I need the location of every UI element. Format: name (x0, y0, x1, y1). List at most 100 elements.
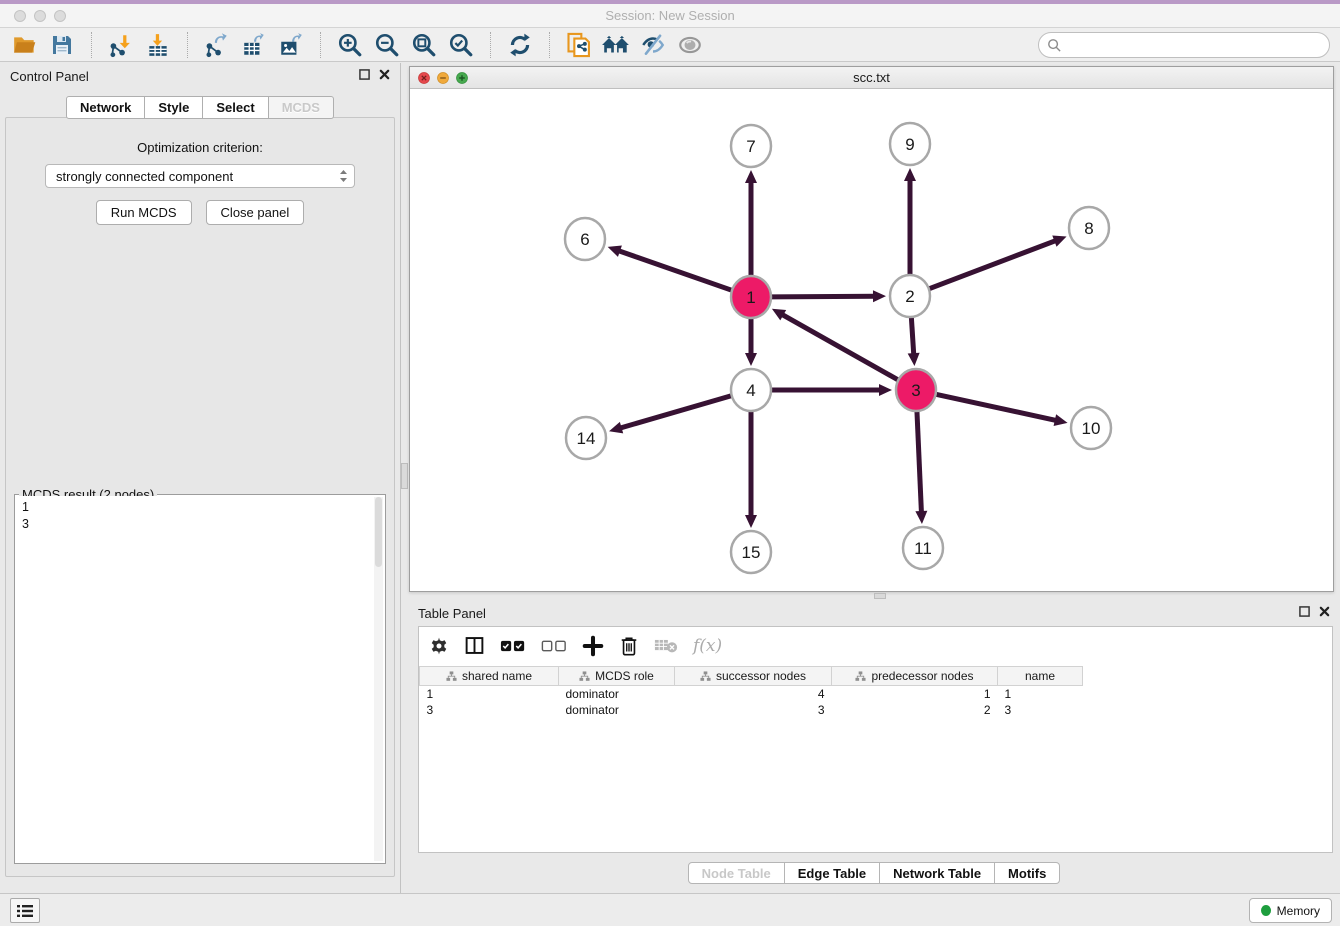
cell-mcds-role[interactable]: dominator (559, 686, 675, 702)
export-image-button[interactable] (276, 31, 306, 59)
minimize-window-icon[interactable] (34, 10, 46, 22)
cell-mcds-role[interactable]: dominator (559, 702, 675, 718)
gear-icon (429, 636, 449, 656)
traffic-lights[interactable] (14, 10, 66, 22)
splitter-handle[interactable] (401, 463, 408, 489)
first-neighbors-button[interactable] (601, 31, 631, 59)
graph-arrowhead (879, 384, 892, 396)
splitter-handle[interactable] (874, 593, 886, 599)
node-table[interactable]: shared name MCDS role successor nodes pr… (419, 666, 1083, 718)
cell-shared-name[interactable]: 1 (420, 686, 559, 702)
tab-node-table[interactable]: Node Table (688, 862, 785, 884)
graph-edge-2-3[interactable] (911, 317, 913, 356)
delete-column-button[interactable] (619, 632, 639, 660)
criterion-dropdown[interactable]: strongly connected component (45, 164, 355, 188)
graph-arrowhead (609, 422, 623, 434)
show-column-button[interactable] (464, 632, 485, 660)
table-options-button[interactable] (429, 632, 449, 660)
columns-icon (464, 635, 485, 656)
table-row[interactable]: 3 dominator 3 2 3 (420, 702, 1083, 718)
network-canvas[interactable]: 7968124314101511 (410, 89, 1333, 591)
save-icon (50, 33, 74, 57)
graph-edge-1-6[interactable] (617, 250, 731, 290)
graph-node-label: 8 (1084, 219, 1093, 238)
create-column-button[interactable] (582, 632, 604, 660)
close-panel-button[interactable]: Close panel (206, 200, 305, 225)
open-session-button[interactable] (10, 31, 40, 59)
import-network-button[interactable] (106, 31, 136, 59)
cell-name[interactable]: 3 (998, 702, 1083, 718)
mcds-result-list[interactable]: 1 3 (16, 496, 384, 862)
graph-edge-3-1[interactable] (781, 314, 898, 380)
graph-node-label: 6 (580, 230, 589, 249)
horizontal-splitter[interactable] (408, 593, 1340, 600)
run-mcds-button[interactable]: Run MCDS (96, 200, 192, 225)
import-table-button[interactable] (143, 31, 173, 59)
tab-style[interactable]: Style (145, 96, 203, 119)
node-table-container: f(x) shared name MCDS role (418, 626, 1333, 853)
close-window-icon[interactable] (14, 10, 26, 22)
zoom-out-button[interactable] (372, 31, 402, 59)
network-minimize-icon[interactable] (437, 72, 449, 84)
tab-edge-table[interactable]: Edge Table (785, 862, 880, 884)
graph-edge-4-14[interactable] (619, 396, 731, 429)
tab-mcds[interactable]: MCDS (269, 96, 334, 119)
zoom-selected-button[interactable] (446, 31, 476, 59)
window-title: Session: New Session (0, 4, 1340, 27)
zoom-fit-button[interactable] (409, 31, 439, 59)
cell-successor-nodes[interactable]: 3 (675, 702, 832, 718)
column-header-shared-name[interactable]: shared name (420, 667, 559, 686)
function-builder-button[interactable]: f(x) (693, 632, 722, 660)
maximize-window-icon[interactable] (54, 10, 66, 22)
cell-predecessor-nodes[interactable]: 1 (832, 686, 998, 702)
cell-name[interactable]: 1 (998, 686, 1083, 702)
cell-successor-nodes[interactable]: 4 (675, 686, 832, 702)
graph-edge-2-8[interactable] (930, 240, 1058, 288)
cell-shared-name[interactable]: 3 (420, 702, 559, 718)
save-session-button[interactable] (47, 31, 77, 59)
graph-edge-1-2[interactable] (772, 296, 876, 297)
tab-network-table[interactable]: Network Table (880, 862, 995, 884)
export-network-button[interactable] (202, 31, 232, 59)
zoom-in-button[interactable] (335, 31, 365, 59)
float-panel-icon[interactable] (359, 69, 370, 80)
close-panel-icon[interactable] (379, 69, 390, 80)
tab-network[interactable]: Network (66, 96, 145, 119)
network-graph[interactable]: 7968124314101511 (410, 89, 1333, 591)
graph-edge-3-11[interactable] (917, 411, 922, 514)
delete-table-icon (654, 637, 678, 654)
column-header-successor-nodes[interactable]: successor nodes (675, 667, 832, 686)
table-row[interactable]: 1 dominator 4 1 1 (420, 686, 1083, 702)
delete-table-button[interactable] (654, 632, 678, 660)
task-history-button[interactable] (10, 898, 40, 923)
graph-arrowhead (745, 170, 757, 183)
network-close-icon[interactable] (418, 72, 430, 84)
select-all-columns-button[interactable] (500, 632, 526, 660)
refresh-view-button[interactable] (505, 31, 535, 59)
show-graphics-details-button[interactable] (675, 31, 705, 59)
export-table-icon (241, 32, 267, 58)
graph-edge-3-10[interactable] (937, 394, 1058, 420)
float-panel-icon[interactable] (1299, 606, 1310, 617)
network-maximize-icon[interactable] (456, 72, 468, 84)
cell-predecessor-nodes[interactable]: 2 (832, 702, 998, 718)
column-header-predecessor-nodes[interactable]: predecessor nodes (832, 667, 998, 686)
column-header-mcds-role[interactable]: MCDS role (559, 667, 675, 686)
memory-button[interactable]: Memory (1249, 898, 1332, 923)
close-panel-icon[interactable] (1319, 606, 1330, 617)
unselect-all-columns-button[interactable] (541, 632, 567, 660)
zoom-in-icon (337, 32, 363, 58)
table-header-row[interactable]: shared name MCDS role successor nodes pr… (420, 667, 1083, 686)
vertical-splitter[interactable] (400, 63, 408, 893)
network-window-titlebar[interactable]: scc.txt (410, 67, 1333, 89)
tab-motifs[interactable]: Motifs (995, 862, 1060, 884)
clone-network-button[interactable] (564, 31, 594, 59)
search-input[interactable] (1038, 32, 1330, 58)
column-header-name[interactable]: name (998, 667, 1083, 686)
graph-arrowhead (745, 515, 757, 528)
zoom-out-icon (374, 32, 400, 58)
hide-graphics-details-button[interactable] (638, 31, 668, 59)
export-table-button[interactable] (239, 31, 269, 59)
result-scrollbar[interactable] (374, 497, 383, 861)
tab-select[interactable]: Select (203, 96, 268, 119)
